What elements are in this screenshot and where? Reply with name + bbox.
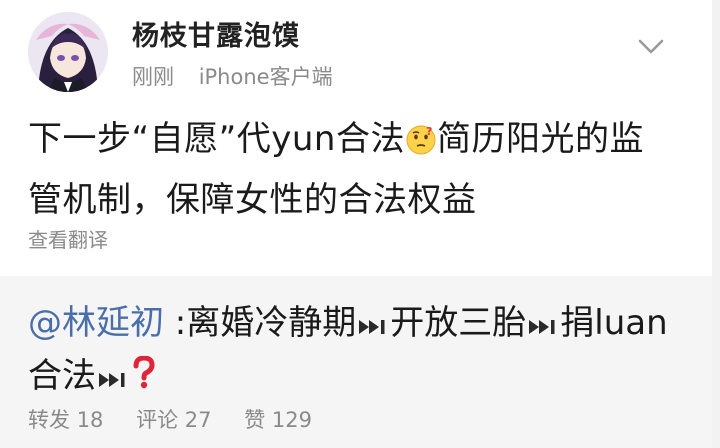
comment-count-value: 27 (184, 408, 212, 432)
next-track-icon (358, 301, 388, 351)
repost-item-1: 离婚冷静期 (186, 303, 357, 343)
post-text-part1: 下一步“自愿”代yun合法 (28, 119, 405, 159)
repost-item-2: 开放三胎 (390, 303, 527, 343)
comment-count[interactable]: 评论 27 (136, 408, 211, 432)
like-count-value: 129 (271, 408, 312, 432)
post-time: 刚刚 (132, 65, 174, 89)
translate-link[interactable]: 查看翻译 (28, 224, 108, 253)
comment-label: 评论 (136, 408, 179, 432)
avatar-anime-portrait-icon (28, 12, 108, 92)
like-label: 赞 (244, 408, 266, 432)
repost-body: @林延初 :离婚冷静期 开放三胎 捐luan合法 (28, 298, 688, 404)
next-track-icon (528, 301, 558, 351)
thinking-face-emoji-icon: ? (405, 118, 437, 173)
mention-separator: : (164, 303, 187, 343)
next-track-icon (98, 354, 128, 404)
repost-card[interactable]: @林延初 :离婚冷静期 开放三胎 捐luan合法 转发 18 评论 27 赞 129 (0, 276, 712, 448)
chevron-down-icon[interactable] (636, 32, 666, 62)
mention-link[interactable]: @林延初 (28, 303, 164, 343)
repost-count[interactable]: 转发 18 (28, 408, 103, 432)
repost-label: 转发 (28, 408, 70, 432)
post-meta: 刚刚 iPhone客户端 (132, 61, 333, 91)
post-header: 杨枝甘露泡馍 刚刚 iPhone客户端 (0, 0, 720, 100)
post-body: 下一步“自愿”代yun合法? 简历阳光的监管机制，保障女性的合法权益 (28, 112, 678, 228)
repost-count-value: 18 (76, 408, 104, 432)
post-device: iPhone客户端 (198, 65, 333, 89)
scrollbar-edge (712, 0, 720, 448)
repost-stats: 转发 18 评论 27 赞 129 (28, 404, 338, 434)
username[interactable]: 杨枝甘露泡馍 (132, 14, 300, 53)
red-question-mark-icon (132, 354, 156, 404)
avatar[interactable] (28, 12, 108, 92)
svg-text:?: ? (426, 125, 433, 138)
like-count[interactable]: 赞 129 (244, 408, 312, 432)
